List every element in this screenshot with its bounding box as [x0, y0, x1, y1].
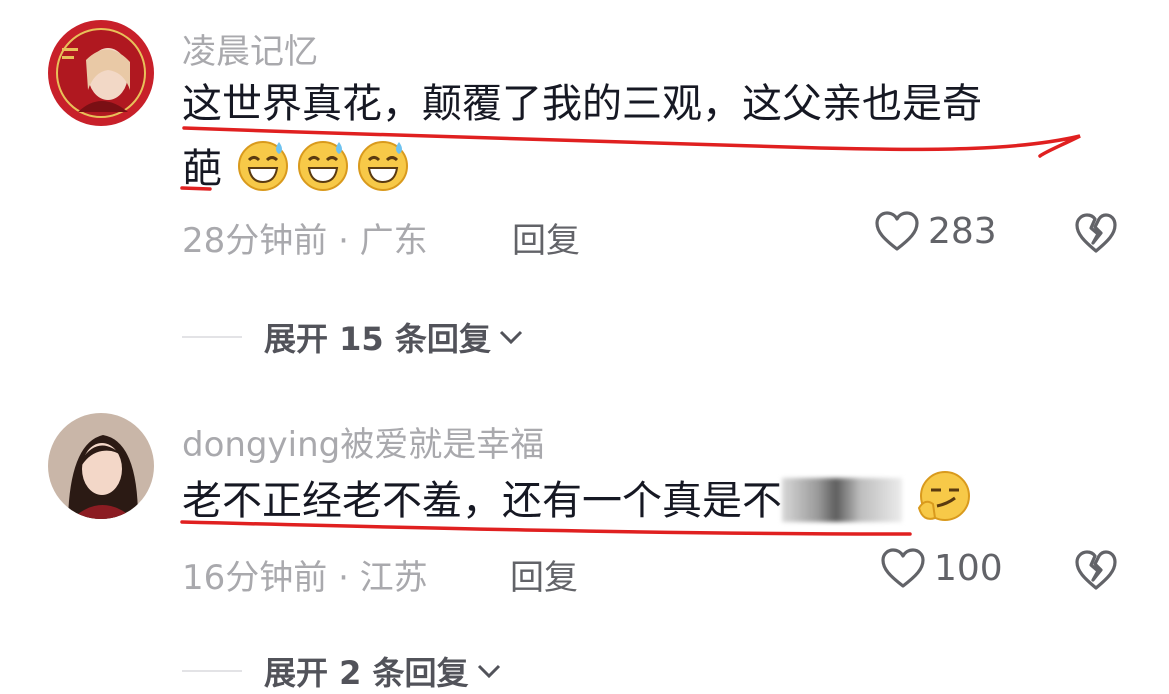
divider	[182, 670, 242, 672]
avatar[interactable]	[48, 20, 154, 126]
comment-meta: 16分钟前 · 江苏	[182, 558, 428, 598]
expand-replies-label: 展开 15 条回复	[264, 320, 491, 358]
chevron-down-icon	[499, 330, 522, 345]
comment-text: 老不正经老不羞，还有一个真是不	[182, 468, 975, 533]
username[interactable]: 凌晨记忆	[182, 24, 318, 73]
like-button[interactable]: 100	[880, 547, 1003, 589]
like-button[interactable]: 283	[874, 210, 997, 252]
username[interactable]: dongying被爱就是幸福	[182, 417, 544, 466]
comment-text: 这世界真花，颠覆了我的三观，这父亲也是奇	[182, 72, 982, 136]
chevron-down-icon	[477, 664, 500, 679]
like-count: 283	[928, 210, 997, 252]
reply-button[interactable]: 回复	[510, 550, 578, 599]
comment-text-line: 葩	[182, 146, 222, 192]
expand-replies-button[interactable]: 展开 15 条回复	[182, 314, 525, 360]
smirk-emoji	[917, 471, 970, 521]
comment-text-line: 这世界真花，颠覆了我的三观，这父亲也是奇	[182, 81, 982, 127]
divider	[182, 336, 242, 338]
broken-heart-icon[interactable]	[1074, 549, 1118, 591]
expand-replies-button[interactable]: 展开 2 条回复	[182, 648, 503, 694]
sweat-grin-emoji	[297, 141, 348, 191]
heart-icon	[881, 548, 925, 588]
like-count: 100	[934, 547, 1003, 589]
comment-meta: 28分钟前 · 广东	[182, 221, 428, 261]
comment-text-line: 老不正经老不羞，还有一个真是不	[182, 478, 782, 524]
sweat-grin-emoji	[357, 141, 408, 191]
blurred-region	[782, 478, 902, 522]
heart-icon	[875, 211, 919, 251]
reply-button[interactable]: 回复	[512, 213, 580, 262]
avatar[interactable]	[48, 413, 154, 519]
expand-replies-label: 展开 2 条回复	[264, 654, 469, 692]
comment-text: 葩	[182, 136, 415, 201]
broken-heart-icon[interactable]	[1074, 212, 1118, 254]
sweat-grin-emoji	[237, 141, 288, 191]
